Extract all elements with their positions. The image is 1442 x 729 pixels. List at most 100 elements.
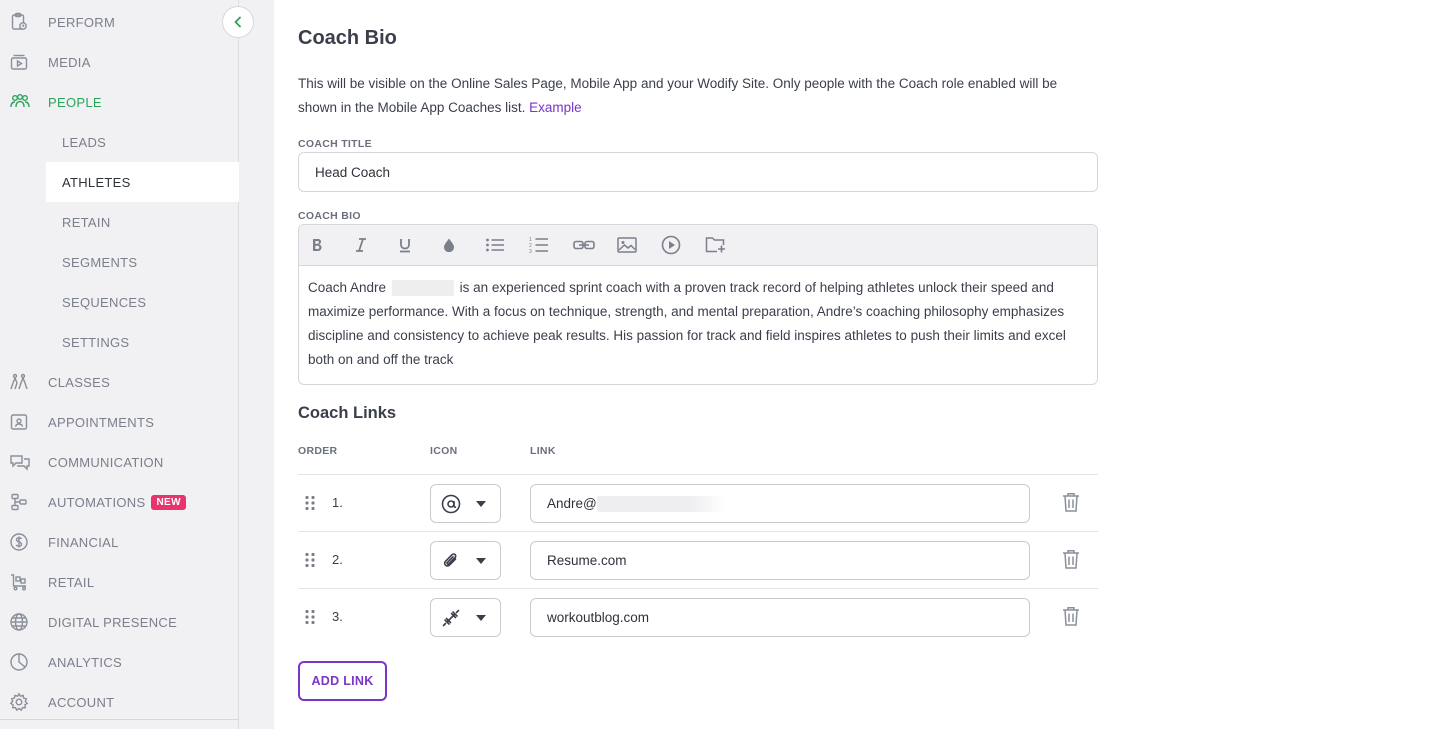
nav-label: RETAIL: [48, 574, 95, 590]
coach-title-label: COACH TITLE: [298, 138, 372, 150]
nav-item-media[interactable]: MEDIA: [0, 42, 239, 82]
content-gutter: [239, 0, 274, 729]
nav-label: ANALYTICS: [48, 654, 122, 670]
nav-label: CLASSES: [48, 374, 111, 390]
link-input[interactable]: Andre@: [530, 484, 1030, 523]
link-order: 2.: [332, 552, 343, 567]
classes-icon: [0, 372, 48, 392]
sub-item-retain[interactable]: RETAIN: [46, 202, 239, 242]
bold-button[interactable]: [309, 225, 353, 266]
sub-item-leads[interactable]: LEADS: [46, 122, 239, 162]
drag-handle-icon[interactable]: [305, 495, 315, 516]
icon-select[interactable]: [430, 541, 501, 580]
sub-item-label: SETTINGS: [62, 334, 130, 350]
nav-item-analytics[interactable]: ANALYTICS: [0, 642, 239, 682]
color-button[interactable]: [441, 225, 485, 266]
nav-item-financial[interactable]: FINANCIAL: [0, 522, 239, 562]
image-button[interactable]: [617, 225, 661, 266]
bullet-list-button[interactable]: [485, 225, 529, 266]
sub-item-label: ATHLETES: [62, 174, 131, 190]
bio-text-start: Coach Andre: [308, 280, 387, 295]
coach-bio-textarea[interactable]: Coach Andre is an experienced sprint coa…: [299, 266, 1097, 382]
caret-down-icon: [476, 501, 486, 507]
pie-icon: [0, 652, 48, 672]
file-button[interactable]: [705, 225, 749, 266]
trash-icon[interactable]: [1062, 606, 1080, 631]
link-input[interactable]: Resume.com: [530, 541, 1030, 580]
link-input[interactable]: workoutblog.com: [530, 598, 1030, 637]
sub-item-segments[interactable]: SEGMENTS: [46, 242, 239, 282]
gear-icon: [0, 692, 48, 712]
bullet-list-icon: [486, 238, 504, 252]
link-button[interactable]: [573, 225, 617, 266]
nav-label: PEOPLE: [48, 94, 102, 110]
nav-item-digital-presence[interactable]: DIGITAL PRESENCE: [0, 602, 239, 642]
nav-label: DIGITAL PRESENCE: [48, 614, 178, 630]
underline-icon: [400, 239, 410, 253]
page-title: Coach Bio: [298, 27, 397, 49]
nav-item-automations[interactable]: AUTOMATIONS NEW: [0, 482, 239, 522]
dumbbell-icon: [442, 609, 460, 626]
link-icon: [573, 240, 595, 250]
trash-icon[interactable]: [1062, 492, 1080, 517]
numbered-list-button[interactable]: 123: [529, 225, 573, 266]
coach-title-input[interactable]: Head Coach: [298, 152, 1098, 192]
redacted-name: [391, 280, 454, 297]
folder-plus-icon: [705, 237, 726, 253]
video-button[interactable]: [661, 225, 705, 266]
numbered-list-icon: 123: [529, 237, 548, 254]
nav-item-perform[interactable]: PERFORM: [0, 2, 239, 42]
nav-label: ACCOUNT: [48, 694, 115, 710]
sub-item-label: LEADS: [62, 134, 107, 150]
trash-icon[interactable]: [1062, 549, 1080, 574]
sub-item-settings[interactable]: SETTINGS: [46, 322, 239, 362]
link-value: Andre@: [547, 496, 597, 511]
nav-item-classes[interactable]: CLASSES: [0, 362, 239, 402]
icon-select[interactable]: [430, 598, 501, 637]
nav-item-people[interactable]: PEOPLE: [0, 82, 239, 122]
nav-item-communication[interactable]: COMMUNICATION: [0, 442, 239, 482]
globe-icon: [0, 612, 48, 632]
italic-icon: [356, 238, 366, 252]
link-row: 2. Resume.com: [298, 531, 1098, 588]
new-badge: NEW: [151, 494, 186, 510]
play-circle-icon: [661, 235, 681, 255]
svg-text:3: 3: [529, 249, 532, 254]
sub-item-athletes[interactable]: ATHLETES: [46, 162, 239, 202]
nav-label: MEDIA: [48, 54, 91, 70]
nav-item-retail[interactable]: RETAIL: [0, 562, 239, 602]
sub-item-sequences[interactable]: SEQUENCES: [46, 282, 239, 322]
collapse-sidebar-button[interactable]: [222, 6, 254, 38]
nav-item-account[interactable]: ACCOUNT: [0, 682, 239, 722]
redacted-email: [596, 495, 727, 512]
italic-button[interactable]: [353, 225, 397, 266]
link-order: 3.: [332, 609, 343, 624]
caret-down-icon: [476, 558, 486, 564]
appointments-icon: [0, 412, 48, 432]
underline-button[interactable]: [397, 225, 441, 266]
add-link-button[interactable]: ADD LINK: [298, 661, 387, 701]
sub-item-label: RETAIN: [62, 214, 111, 230]
sidebar-divider: [0, 719, 239, 720]
coach-bio-label: COACH BIO: [298, 210, 361, 222]
drag-handle-icon[interactable]: [305, 552, 315, 573]
link-row: 3. workoutblog.com: [298, 588, 1098, 645]
dollar-icon: [0, 532, 48, 552]
coach-links-title: Coach Links: [298, 404, 397, 422]
nav-item-appointments[interactable]: APPOINTMENTS: [0, 402, 239, 442]
drag-handle-icon[interactable]: [305, 609, 315, 630]
automations-icon: [0, 492, 48, 512]
at-sign-icon: [441, 494, 461, 513]
nav-label: AUTOMATIONS: [48, 494, 146, 510]
column-link: LINK: [530, 445, 556, 457]
nav-label: FINANCIAL: [48, 534, 119, 550]
example-link[interactable]: Example: [529, 100, 582, 115]
link-order: 1.: [332, 495, 343, 510]
coach-bio-editor: 123 Coach Andre is an experienced sprint…: [298, 224, 1098, 385]
icon-select[interactable]: [430, 484, 501, 523]
sub-item-label: SEQUENCES: [62, 294, 147, 310]
column-order: ORDER: [298, 445, 338, 457]
sub-item-label: SEGMENTS: [62, 254, 138, 270]
nav-label: COMMUNICATION: [48, 454, 164, 470]
clipboard-icon: [0, 12, 48, 32]
